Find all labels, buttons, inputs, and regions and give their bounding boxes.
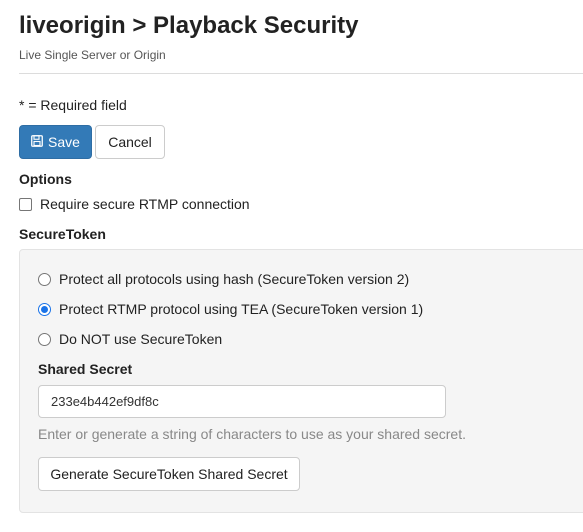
radio-hash-label: Protect all protocols using hash (Secure… <box>59 271 410 287</box>
required-field-note: * = Required field <box>19 97 127 113</box>
radio-hash[interactable] <box>38 272 51 286</box>
securetoken-heading: SecureToken <box>19 226 106 242</box>
radio-none[interactable] <box>38 332 51 346</box>
shared-secret-input[interactable] <box>38 385 446 418</box>
radio-row-tea[interactable]: Protect RTMP protocol using TEA (SecureT… <box>38 301 423 317</box>
floppy-disk-icon <box>31 134 48 150</box>
options-heading: Options <box>19 171 72 187</box>
cancel-button[interactable]: Cancel <box>95 125 165 159</box>
save-button[interactable]: Save <box>19 125 92 159</box>
radio-row-hash[interactable]: Protect all protocols using hash (Secure… <box>38 271 409 287</box>
radio-tea-label: Protect RTMP protocol using TEA (SecureT… <box>59 301 424 317</box>
page-title: liveorigin > Playback Security <box>19 12 359 39</box>
shared-secret-label: Shared Secret <box>38 361 133 377</box>
radio-row-none[interactable]: Do NOT use SecureToken <box>38 331 222 347</box>
shared-secret-help: Enter or generate a string of characters… <box>38 426 466 442</box>
require-secure-rtmp-label: Require secure RTMP connection <box>40 196 250 212</box>
generate-shared-secret-button[interactable]: Generate SecureToken Shared Secret <box>38 457 300 491</box>
require-secure-rtmp-row[interactable]: Require secure RTMP connection <box>19 196 250 212</box>
require-secure-rtmp-checkbox[interactable] <box>19 197 32 211</box>
radio-tea[interactable] <box>38 302 51 316</box>
page-subtitle: Live Single Server or Origin <box>19 48 166 62</box>
radio-none-label: Do NOT use SecureToken <box>59 331 223 347</box>
save-button-label: Save <box>48 134 80 150</box>
header-divider <box>19 73 583 74</box>
